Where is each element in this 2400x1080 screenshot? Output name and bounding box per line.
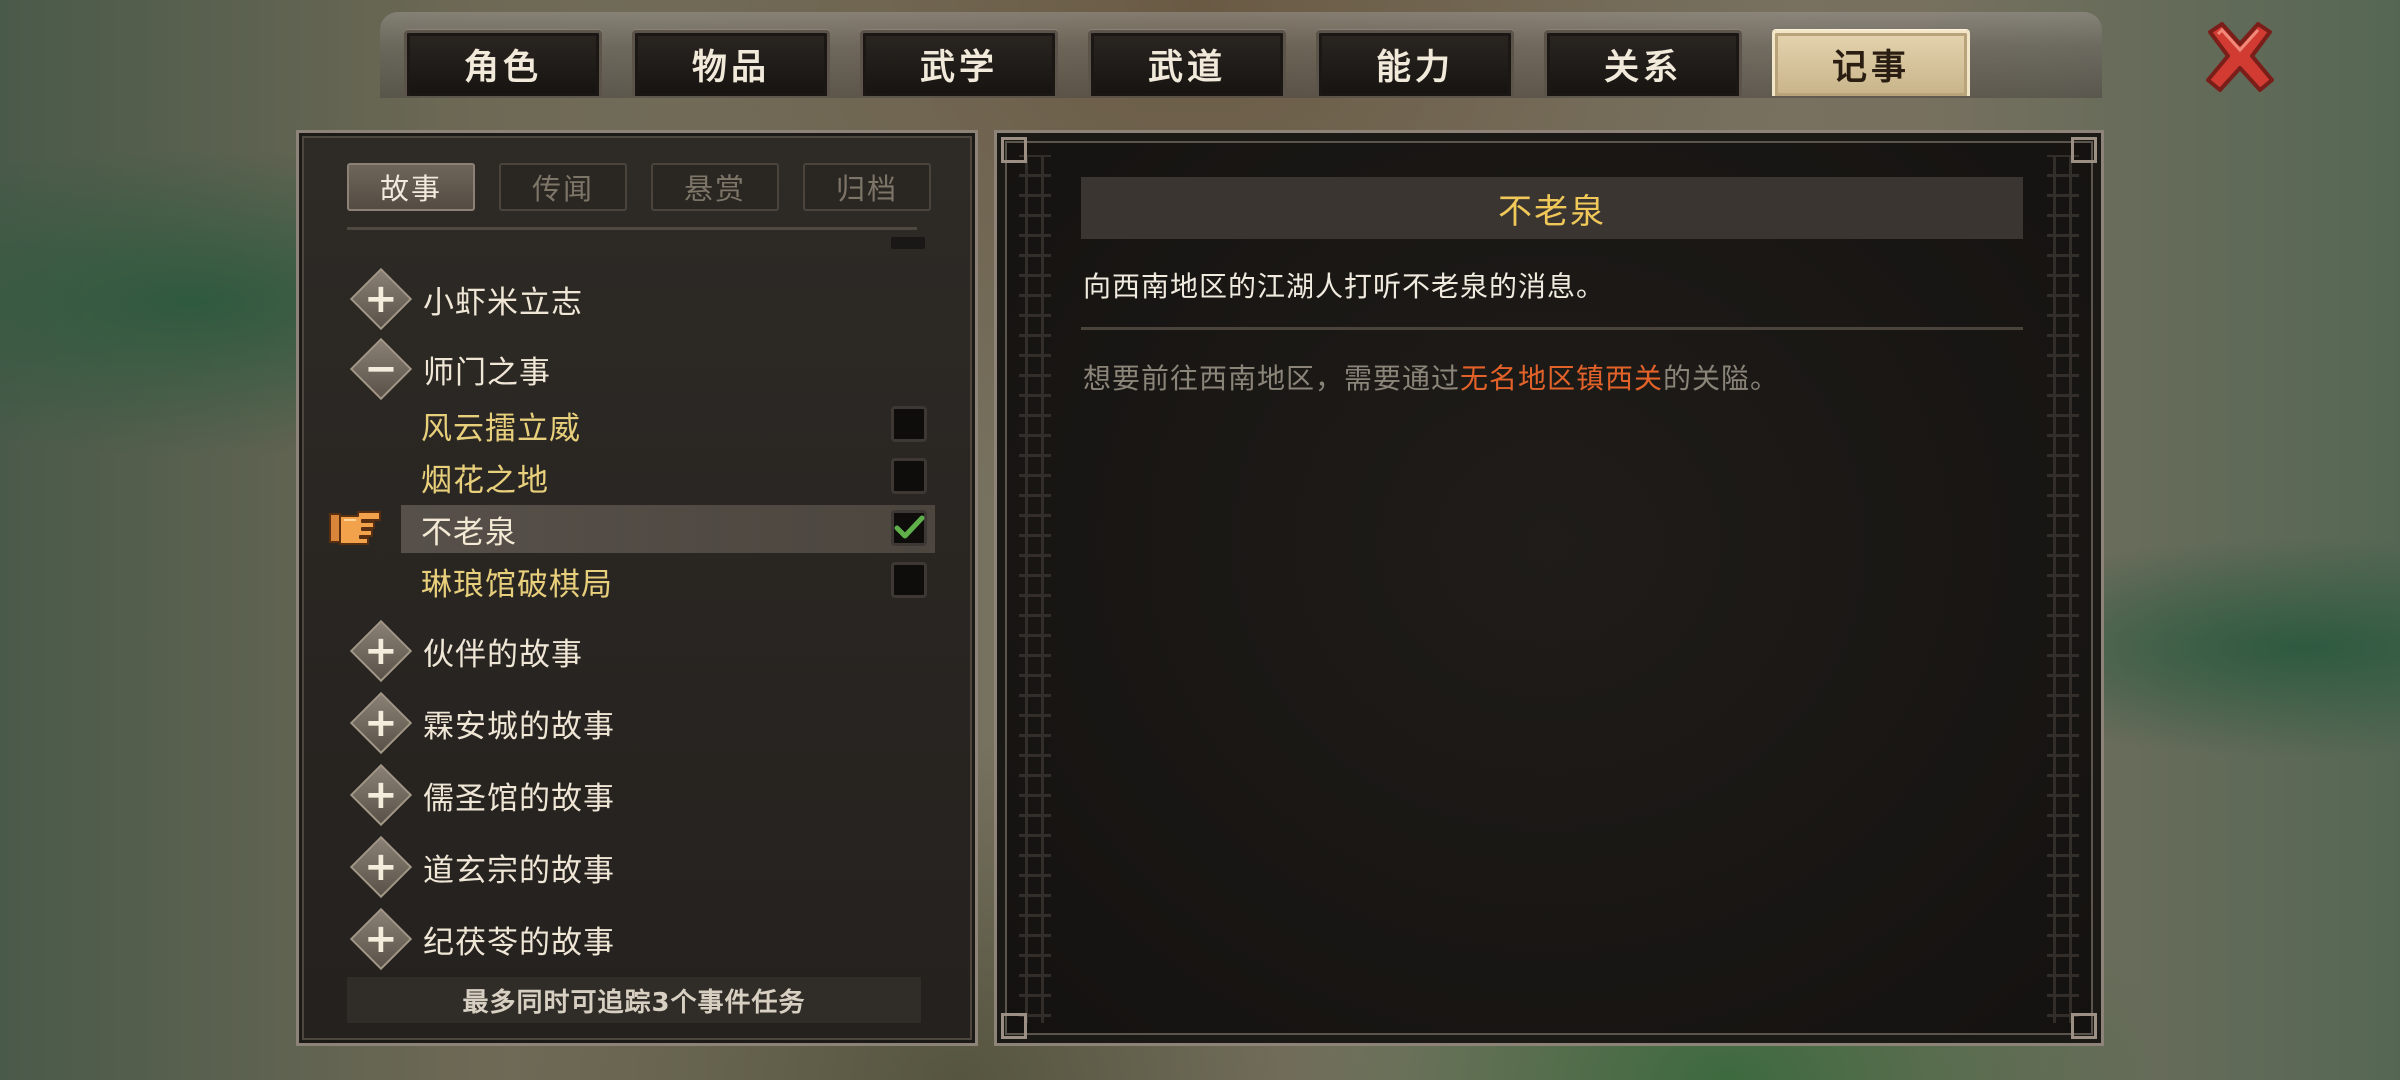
tab-martial-path[interactable]: 武道 bbox=[1088, 30, 1286, 96]
quest-description: 向西南地区的江湖人打听不老泉的消息。 bbox=[1083, 270, 1606, 303]
quest-label: 烟花之地 bbox=[421, 462, 549, 499]
tab-character[interactable]: 角色 bbox=[404, 30, 602, 96]
expand-icon[interactable]: + bbox=[349, 619, 413, 683]
corner-ornament bbox=[1001, 137, 1027, 163]
sub-tab-rumors[interactable]: 传闻 bbox=[499, 163, 627, 211]
expand-icon[interactable]: + bbox=[349, 691, 413, 755]
category-item[interactable]: + 伙伴的故事 bbox=[349, 619, 583, 683]
hint-location-highlight: 无名地区镇西关 bbox=[1460, 362, 1664, 395]
quest-label: 不老泉 bbox=[421, 514, 517, 551]
divider bbox=[347, 227, 917, 230]
track-checkbox[interactable] bbox=[891, 562, 927, 598]
category-label: 霖安城的故事 bbox=[423, 708, 615, 745]
expand-icon[interactable]: + bbox=[349, 835, 413, 899]
tab-items[interactable]: 物品 bbox=[632, 30, 830, 96]
main-tab-bar: 角色 物品 武学 武道 能力 关系 记事 bbox=[404, 30, 1970, 100]
quest-label: 琳琅馆破棋局 bbox=[421, 566, 613, 603]
tab-relations[interactable]: 关系 bbox=[1544, 30, 1742, 96]
tracking-limit-note: 最多同时可追踪3个事件任务 bbox=[347, 977, 921, 1023]
corner-ornament bbox=[2071, 137, 2097, 163]
category-label: 儒圣馆的故事 bbox=[423, 780, 615, 817]
tab-abilities[interactable]: 能力 bbox=[1316, 30, 1514, 96]
category-label: 小虾米立志 bbox=[423, 284, 583, 321]
category-item[interactable]: + 道玄宗的故事 bbox=[349, 835, 615, 899]
quest-title: 不老泉 bbox=[1081, 177, 2023, 239]
category-item[interactable]: + 纪茯苓的故事 bbox=[349, 907, 615, 971]
quest-label: 风云擂立威 bbox=[421, 410, 581, 447]
sub-tab-archive[interactable]: 归档 bbox=[803, 163, 931, 211]
quest-item[interactable]: 风云擂立威 bbox=[401, 401, 935, 449]
track-checkbox-checked[interactable] bbox=[891, 510, 927, 546]
journal-sub-tabs: 故事 传闻 悬赏 归档 bbox=[347, 163, 931, 211]
category-item[interactable]: + 儒圣馆的故事 bbox=[349, 763, 615, 827]
expand-icon[interactable]: + bbox=[349, 267, 413, 331]
category-label: 纪茯苓的故事 bbox=[423, 924, 615, 961]
quest-hint: 想要前往西南地区，需要通过无名地区镇西关的关隘。 bbox=[1083, 357, 1779, 397]
quest-list-panel: 故事 传闻 悬赏 归档 + 小虾米立志 − 师门之事 风云擂立威 烟花之地 不老… bbox=[296, 130, 978, 1046]
divider bbox=[1081, 327, 2023, 330]
sub-tab-story[interactable]: 故事 bbox=[347, 163, 475, 211]
checkmark-icon bbox=[894, 515, 925, 539]
tab-martial-arts[interactable]: 武学 bbox=[860, 30, 1058, 96]
hint-text: 的关隘。 bbox=[1663, 362, 1780, 395]
decorative-border bbox=[2047, 155, 2079, 1023]
category-item[interactable]: − 师门之事 bbox=[349, 337, 551, 401]
hint-text: 想要前往西南地区，需要通过 bbox=[1083, 362, 1461, 395]
category-item[interactable]: + 霖安城的故事 bbox=[349, 691, 615, 755]
category-item[interactable]: + 小虾米立志 bbox=[349, 267, 583, 331]
close-x-icon bbox=[2206, 22, 2274, 92]
pointing-hand-icon bbox=[329, 511, 381, 545]
category-label: 道玄宗的故事 bbox=[423, 852, 615, 889]
quest-item[interactable]: 烟花之地 bbox=[401, 453, 935, 501]
collapse-icon[interactable]: − bbox=[349, 337, 413, 401]
decorative-border bbox=[1019, 155, 1051, 1023]
category-label: 伙伴的故事 bbox=[423, 636, 583, 673]
expand-icon[interactable]: + bbox=[349, 763, 413, 827]
tab-journal[interactable]: 记事 bbox=[1772, 30, 1970, 96]
category-label: 师门之事 bbox=[423, 354, 551, 391]
corner-ornament bbox=[2071, 1013, 2097, 1039]
scroll-indicator[interactable] bbox=[891, 237, 925, 249]
quest-item[interactable]: 琳琅馆破棋局 bbox=[401, 557, 935, 605]
quest-item-selected[interactable]: 不老泉 bbox=[401, 505, 935, 553]
close-button[interactable] bbox=[2200, 18, 2280, 96]
track-checkbox[interactable] bbox=[891, 406, 927, 442]
quest-detail-panel: 不老泉 向西南地区的江湖人打听不老泉的消息。 想要前往西南地区，需要通过无名地区… bbox=[994, 130, 2104, 1046]
corner-ornament bbox=[1001, 1013, 1027, 1039]
track-checkbox[interactable] bbox=[891, 458, 927, 494]
sub-tab-bounties[interactable]: 悬赏 bbox=[651, 163, 779, 211]
expand-icon[interactable]: + bbox=[349, 907, 413, 971]
